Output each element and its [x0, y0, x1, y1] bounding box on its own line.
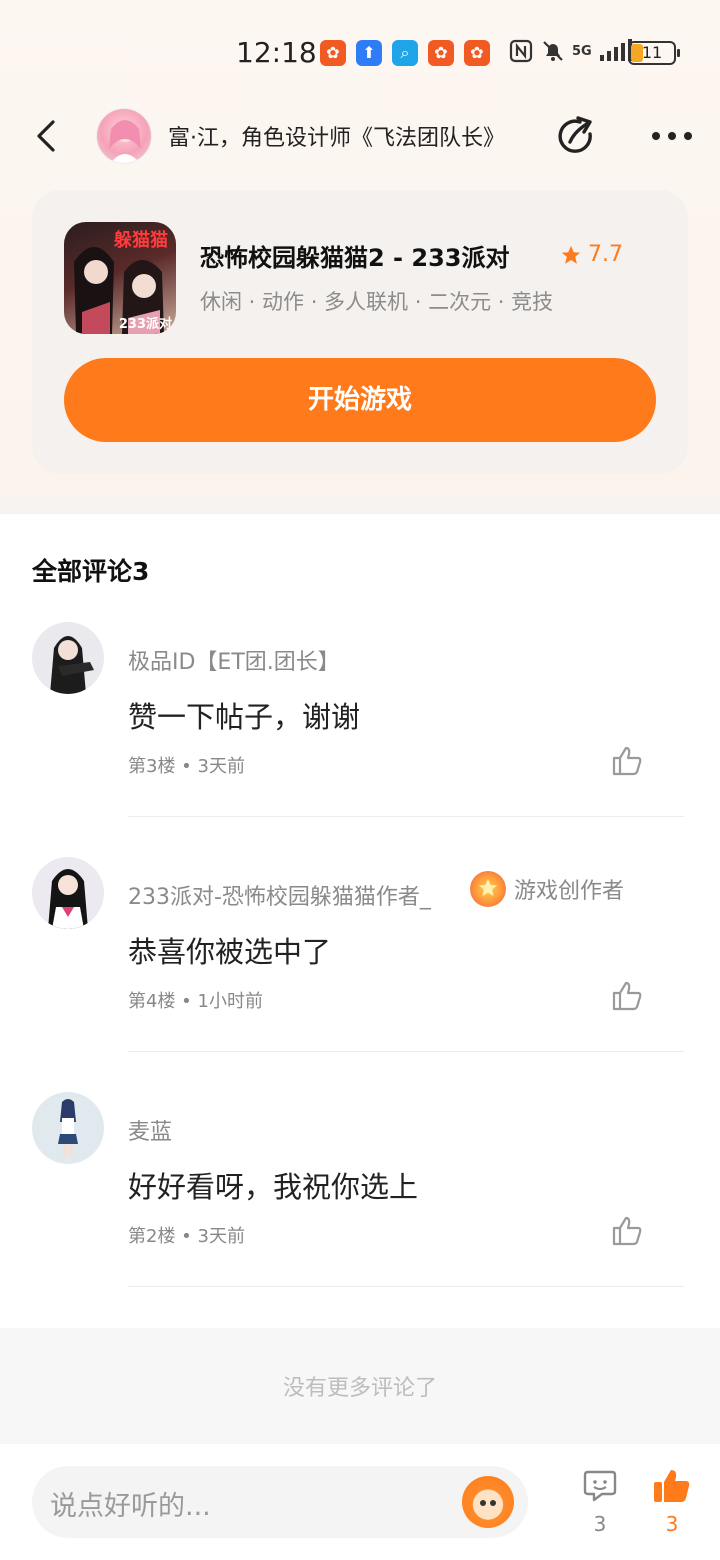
comment-meta: 第4楼 • 1小时前 — [128, 991, 263, 1012]
comment-meta: 第2楼 • 3天前 — [128, 1226, 245, 1247]
comment-item: 233派对-恐怖校园躲猫猫作者_ 游戏创作者 恭喜你被选中了 第4楼 • 1小时… — [0, 857, 720, 1091]
battery-icon: 11 — [628, 41, 680, 65]
app-notification-icon: ✿ — [464, 40, 490, 66]
page-title: 富·江，角色设计师《飞法团队长》 — [168, 126, 505, 151]
search-notification-icon: ⌕ — [392, 40, 418, 66]
status-bar: 12:18 ✿ ⬆ ⌕ ✿ ✿ 5G 11 — [0, 28, 720, 76]
comment-count: 3 — [593, 1512, 607, 1536]
app-notification-icon: ✿ — [428, 40, 454, 66]
game-icon-number: 233派对 — [118, 317, 172, 332]
game-tags: 休闲 · 动作 · 多人联机 · 二次元 · 竞技 — [200, 290, 554, 314]
nfc-icon — [509, 39, 533, 63]
commenter-avatar[interactable] — [32, 857, 104, 929]
commenter-avatar[interactable] — [32, 1092, 104, 1164]
mascot-emoji-icon[interactable] — [462, 1476, 514, 1528]
comment-divider — [128, 1286, 684, 1287]
comment-meta: 第3楼 • 3天前 — [128, 756, 245, 777]
comment-text: 恭喜你被选中了 — [128, 935, 332, 969]
more-dots-icon[interactable] — [648, 122, 696, 150]
creator-badge: 游戏创作者 — [470, 871, 624, 907]
signal-icon — [599, 39, 632, 61]
bottom-action-bar: 说点好听的... 3 3 — [0, 1444, 720, 1560]
rating-value: 7.7 — [588, 242, 623, 267]
commenter-name[interactable]: 极品ID【ET团.团长】 — [128, 644, 340, 676]
game-card[interactable]: 躲猫猫 233派对 恐怖校园躲猫猫2 - 233派对 7.7 休闲 · 动作 ·… — [32, 190, 688, 474]
no-more-comments: 没有更多评论了 — [282, 1376, 437, 1401]
battery-level: 11 — [641, 43, 663, 62]
start-game-button[interactable]: 开始游戏 — [64, 358, 656, 442]
top-nav: 富·江，角色设计师《飞法团队长》 — [0, 100, 720, 172]
status-time: 12:18 — [236, 36, 317, 69]
commenter-name[interactable]: 麦蓝 — [128, 1114, 172, 1146]
comment-text: 赞一下帖子，谢谢 — [128, 700, 361, 734]
commenter-avatar[interactable] — [32, 622, 104, 694]
comments-title: 全部评论3 — [32, 557, 150, 586]
upload-notification-icon: ⬆ — [356, 40, 382, 66]
thumbs-up-filled-icon — [654, 1470, 690, 1502]
network-type: 5G — [572, 43, 592, 59]
commenter-name[interactable]: 233派对-恐怖校园躲猫猫作者_ — [128, 879, 431, 911]
game-icon-label: 躲猫猫 — [114, 230, 168, 251]
comment-text: 好好看呀，我祝你选上 — [128, 1170, 419, 1204]
author-avatar[interactable] — [96, 108, 152, 164]
thumbs-up-icon[interactable] — [610, 1214, 644, 1248]
status-icons: 5G — [508, 38, 632, 64]
thumbs-up-icon[interactable] — [610, 744, 644, 778]
like-count-button[interactable]: 3 — [642, 1468, 702, 1536]
share-icon[interactable] — [554, 114, 598, 158]
mute-bell-icon — [543, 41, 563, 61]
comment-item: 极品ID【ET团.团长】 赞一下帖子，谢谢 第3楼 • 3天前 — [0, 622, 720, 856]
game-title: 恐怖校园躲猫猫2 - 233派对 — [200, 244, 510, 272]
like-count: 3 — [665, 1512, 679, 1536]
comment-item: 麦蓝 好好看呀，我祝你选上 第2楼 • 3天前 — [0, 1092, 720, 1326]
thumbs-up-icon[interactable] — [610, 979, 644, 1013]
app-notification-icon: ✿ — [320, 40, 346, 66]
game-icon[interactable]: 躲猫猫 233派对 — [64, 222, 176, 334]
comment-input[interactable]: 说点好听的... — [32, 1466, 528, 1538]
creator-badge-icon — [470, 871, 506, 907]
star-icon — [561, 245, 581, 264]
comment-input-placeholder: 说点好听的... — [50, 1491, 211, 1522]
comment-divider — [128, 1051, 684, 1052]
chevron-left-icon[interactable] — [28, 116, 68, 156]
comment-divider — [128, 816, 684, 817]
comment-bubble-icon — [583, 1470, 617, 1502]
creator-badge-label: 游戏创作者 — [514, 879, 625, 904]
comment-count-button[interactable]: 3 — [570, 1468, 630, 1536]
section-divider — [0, 498, 720, 514]
game-rating: 7.7 — [560, 242, 623, 267]
